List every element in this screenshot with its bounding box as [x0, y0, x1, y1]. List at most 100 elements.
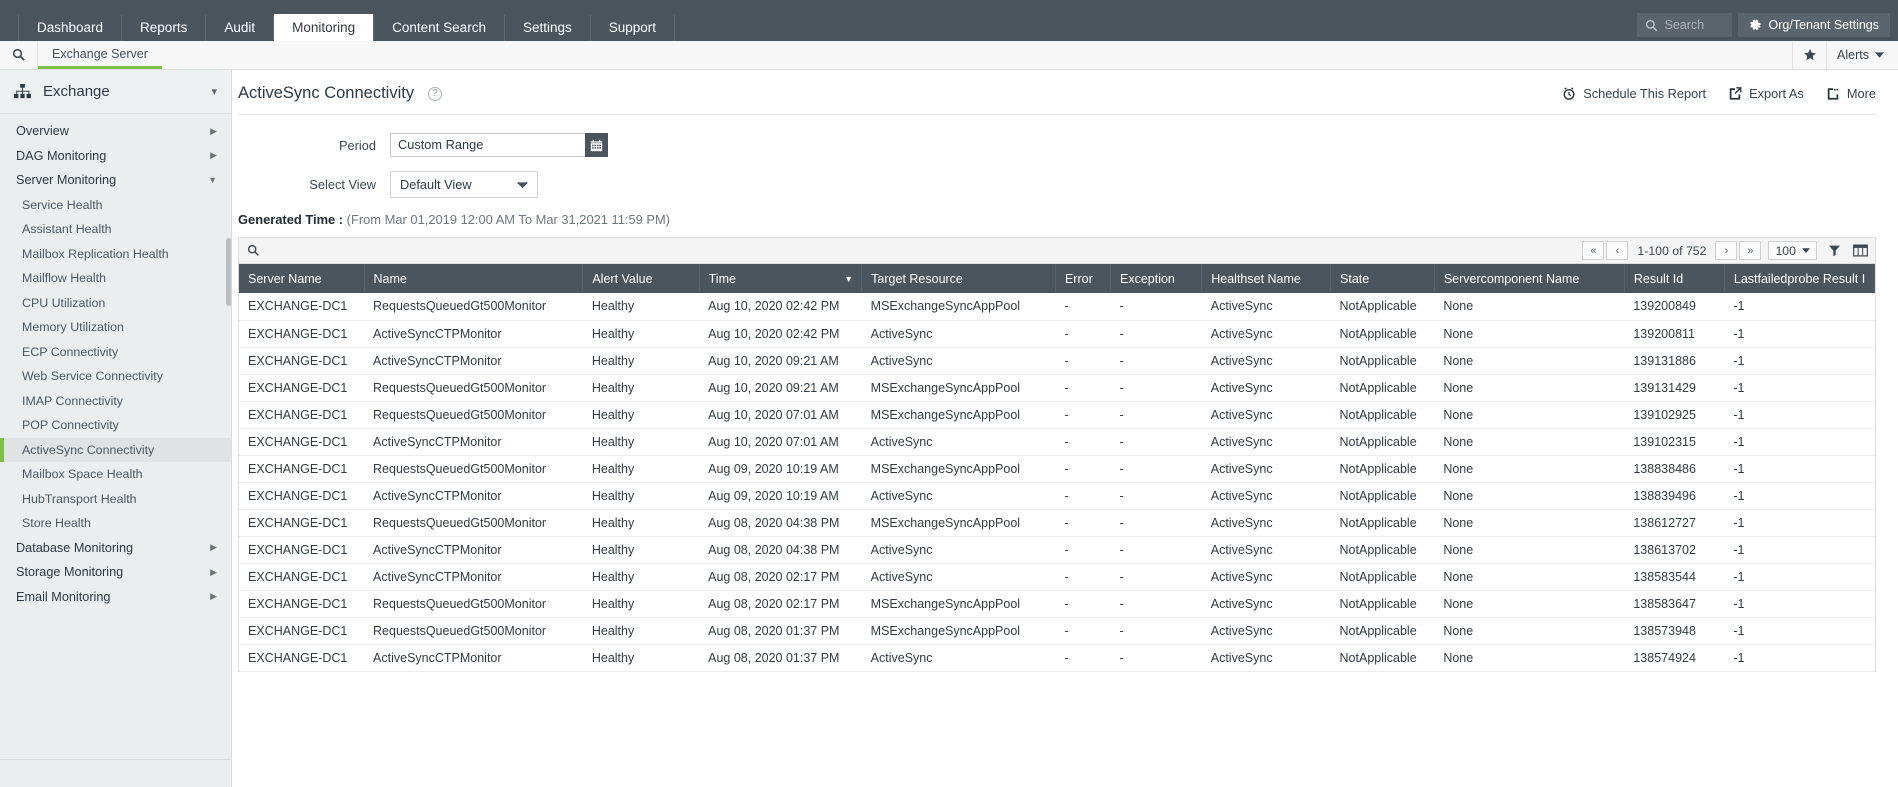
table-row[interactable]: EXCHANGE-DC1 ActiveSyncCTPMonitor Healthy A…: [239, 347, 1875, 375]
pagination-first-button[interactable]: «: [1582, 241, 1605, 260]
sidebar-item-service-health[interactable]: Service Health: [0, 193, 231, 218]
help-icon[interactable]: ?: [428, 86, 443, 101]
top-bar-right-actions: Search Org/Tenant Settings: [1636, 13, 1890, 37]
sidebar-item-storage-monitoring[interactable]: Storage Monitoring ▶: [0, 560, 231, 585]
cell-target-resource: MSExchangeSyncAppPool: [861, 293, 1056, 321]
period-input[interactable]: Custom Range: [390, 133, 586, 157]
sidebar-item-pop-connectivity[interactable]: POP Connectivity: [0, 413, 231, 438]
alerts-label: Alerts: [1837, 48, 1869, 62]
chevron-down-icon[interactable]: ▾: [211, 85, 217, 98]
table-row[interactable]: EXCHANGE-DC1 RequestsQueuedGt500Monitor He…: [239, 455, 1875, 483]
table-search-button[interactable]: [247, 244, 260, 257]
sidebar-footer: [0, 759, 231, 787]
global-search-box[interactable]: Search: [1636, 13, 1732, 37]
column-header-state[interactable]: State: [1330, 264, 1435, 293]
cell-time: Aug 10, 2020 09:21 AM: [699, 347, 862, 375]
pagination-last-button[interactable]: »: [1739, 241, 1762, 260]
column-header-exception[interactable]: Exception: [1110, 264, 1203, 293]
sidebar-item-database-monitoring[interactable]: Database Monitoring ▶: [0, 536, 231, 561]
table-row[interactable]: EXCHANGE-DC1 RequestsQueuedGt500Monitor He…: [239, 617, 1875, 645]
org-tenant-settings-button[interactable]: Org/Tenant Settings: [1737, 13, 1890, 37]
cell-name: RequestsQueuedGt500Monitor: [364, 401, 583, 429]
cell-time: Aug 08, 2020 04:38 PM: [699, 509, 862, 537]
column-header-label: Servercomponent Name: [1443, 271, 1580, 286]
page-size-dropdown[interactable]: 100: [1768, 241, 1817, 260]
sub-search-button[interactable]: [0, 41, 38, 69]
pagination-next-button[interactable]: ›: [1715, 241, 1738, 260]
schedule-this-report-button[interactable]: Schedule This Report: [1562, 86, 1706, 101]
table-row[interactable]: EXCHANGE-DC1 ActiveSyncCTPMonitor Healthy A…: [239, 428, 1875, 456]
topnav-item-audit[interactable]: Audit: [206, 15, 275, 41]
column-header-servercomponent-name[interactable]: Servercomponent Name: [1434, 264, 1625, 293]
more-button[interactable]: More: [1826, 86, 1876, 101]
sidebar-item-hubtransport-health[interactable]: HubTransport Health: [0, 487, 231, 512]
table-row[interactable]: EXCHANGE-DC1 ActiveSyncCTPMonitor Healthy A…: [239, 320, 1875, 348]
table-row[interactable]: EXCHANGE-DC1 RequestsQueuedGt500Monitor He…: [239, 293, 1875, 321]
pagination-prev-button[interactable]: ‹: [1606, 241, 1629, 260]
filter-button[interactable]: [1821, 241, 1847, 261]
topnav-item-settings[interactable]: Settings: [505, 15, 591, 41]
column-header-server-name[interactable]: Server Name: [239, 264, 365, 293]
column-header-lastfailedprobe-result-id[interactable]: Lastfailedprobe Result I: [1724, 264, 1876, 293]
table-row[interactable]: EXCHANGE-DC1 ActiveSyncCTPMonitor Healthy A…: [239, 563, 1875, 591]
table-row[interactable]: EXCHANGE-DC1 RequestsQueuedGt500Monitor He…: [239, 401, 1875, 429]
cell-name: RequestsQueuedGt500Monitor: [364, 617, 583, 645]
sidebar-item-server-monitoring[interactable]: Server Monitoring ▼: [0, 168, 231, 193]
alerts-dropdown[interactable]: Alerts: [1826, 41, 1898, 69]
sidebar-item-cpu-utilization[interactable]: CPU Utilization: [0, 291, 231, 316]
sidebar-item-label: ECP Connectivity: [22, 344, 119, 359]
column-header-result-id[interactable]: Result Id: [1624, 264, 1725, 293]
sidebar-item-dag-monitoring[interactable]: DAG Monitoring ▶: [0, 144, 231, 169]
topnav-item-support[interactable]: Support: [591, 15, 676, 41]
global-search-placeholder: Search: [1664, 18, 1705, 32]
sidebar-item-mailbox-replication-health[interactable]: Mailbox Replication Health: [0, 242, 231, 267]
sidebar-item-imap-connectivity[interactable]: IMAP Connectivity: [0, 389, 231, 414]
cell-time: Aug 10, 2020 02:42 PM: [699, 293, 862, 321]
column-header-target-resource[interactable]: Target Resource: [861, 264, 1056, 293]
cell-server-name: EXCHANGE-DC1: [239, 644, 365, 672]
sidebar-item-activesync-connectivity[interactable]: ActiveSync Connectivity: [0, 437, 231, 462]
favorite-star-button[interactable]: [1792, 41, 1826, 69]
column-settings-button[interactable]: [1847, 241, 1873, 261]
column-header-name[interactable]: Name: [364, 264, 584, 293]
cell-servercomponent-name: None: [1434, 293, 1625, 321]
sidebar-header[interactable]: Exchange ▾: [0, 70, 231, 114]
table-row[interactable]: EXCHANGE-DC1 ActiveSyncCTPMonitor Healthy A…: [239, 482, 1875, 510]
cell-alert-value: Healthy: [582, 644, 700, 672]
column-header-error[interactable]: Error: [1055, 264, 1111, 293]
column-header-alert-value[interactable]: Alert Value: [582, 264, 700, 293]
table-row[interactable]: EXCHANGE-DC1 RequestsQueuedGt500Monitor He…: [239, 590, 1875, 618]
sidebar-item-mailflow-health[interactable]: Mailflow Health: [0, 266, 231, 291]
cell-healthset-name: ActiveSync: [1201, 590, 1331, 618]
tab-exchange-server[interactable]: Exchange Server: [38, 41, 162, 69]
cell-alert-value: Healthy: [582, 347, 700, 375]
sidebar-item-memory-utilization[interactable]: Memory Utilization: [0, 315, 231, 340]
sidebar-item-assistant-health[interactable]: Assistant Health: [0, 217, 231, 242]
sidebar-item-overview[interactable]: Overview ▶: [0, 119, 231, 144]
table-row[interactable]: EXCHANGE-DC1 RequestsQueuedGt500Monitor He…: [239, 374, 1875, 402]
table-row[interactable]: EXCHANGE-DC1 ActiveSyncCTPMonitor Healthy A…: [239, 644, 1875, 672]
table-row[interactable]: EXCHANGE-DC1 RequestsQueuedGt500Monitor He…: [239, 509, 1875, 537]
export-as-button[interactable]: Export As: [1728, 86, 1804, 101]
table-row[interactable]: EXCHANGE-DC1 ActiveSyncCTPMonitor Healthy A…: [239, 536, 1875, 564]
column-header-time[interactable]: Time ▼: [699, 264, 863, 293]
topnav-item-monitoring[interactable]: Monitoring: [274, 14, 375, 41]
topnav-item-content-search[interactable]: Content Search: [374, 15, 505, 41]
topnav-item-dashboard[interactable]: Dashboard: [18, 15, 123, 41]
cell-alert-value: Healthy: [582, 428, 700, 456]
sidebar-item-mailbox-space-health[interactable]: Mailbox Space Health: [0, 462, 231, 487]
sidebar-item-email-monitoring[interactable]: Email Monitoring ▶: [0, 585, 231, 610]
cell-state: NotApplicable: [1330, 374, 1435, 402]
calendar-button[interactable]: [585, 133, 608, 157]
sidebar-item-label: Mailbox Replication Health: [22, 246, 169, 261]
cell-lastfailedprobe-result-id: -1: [1724, 590, 1875, 618]
chevron-right-icon: ▶: [210, 150, 217, 161]
select-view-dropdown[interactable]: Default View: [390, 171, 538, 198]
sidebar-item-store-health[interactable]: Store Health: [0, 511, 231, 536]
cell-alert-value: Healthy: [582, 536, 700, 564]
sidebar-item-ecp-connectivity[interactable]: ECP Connectivity: [0, 340, 231, 365]
column-header-healthset-name[interactable]: Healthset Name: [1201, 264, 1332, 293]
sidebar-item-web-service-connectivity[interactable]: Web Service Connectivity: [0, 364, 231, 389]
column-header-label: Healthset Name: [1211, 271, 1301, 286]
topnav-item-reports[interactable]: Reports: [122, 15, 207, 41]
